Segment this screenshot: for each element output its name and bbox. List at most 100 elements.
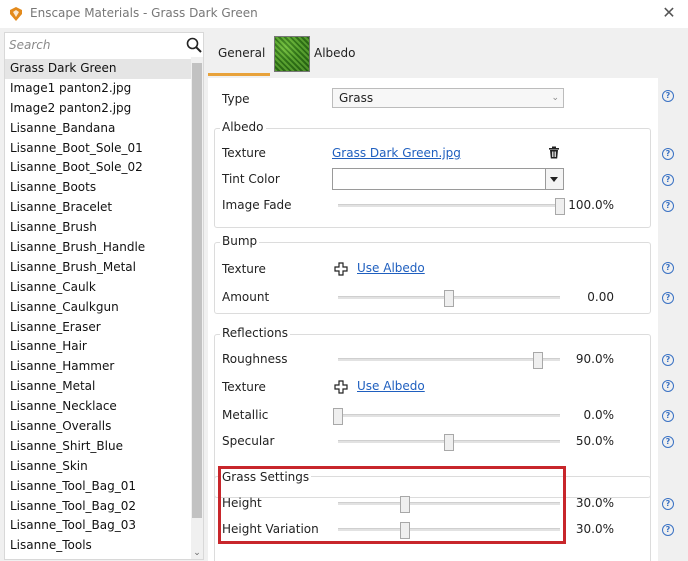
close-icon: ✕: [662, 3, 676, 22]
list-item[interactable]: Lisanne_Bracelet: [5, 198, 191, 218]
metallic-label: Metallic: [222, 408, 269, 422]
height-variation-help-icon[interactable]: ?: [662, 524, 674, 536]
list-item[interactable]: Lisanne_Bandana: [5, 119, 191, 139]
specular-slider[interactable]: [338, 434, 560, 451]
list-item[interactable]: Image2 panton2.jpg: [5, 99, 191, 119]
active-tab-indicator: [208, 73, 270, 76]
type-select[interactable]: Grass ⌄: [332, 88, 564, 108]
tab-albedo[interactable]: Albedo: [274, 32, 374, 76]
roughness-slider[interactable]: [338, 352, 560, 369]
bump-amount-help-icon[interactable]: ?: [662, 292, 674, 304]
window-title: Enscape Materials - Grass Dark Green: [30, 6, 258, 20]
list-item[interactable]: Lisanne_Caulkgun: [5, 298, 191, 318]
type-help-icon[interactable]: ?: [662, 90, 674, 102]
bump-group-title: Bump: [220, 234, 260, 248]
search-box: [5, 33, 203, 57]
list-item[interactable]: Lisanne_Skin: [5, 457, 191, 477]
chevron-down-icon[interactable]: [545, 169, 563, 189]
type-select-value: Grass: [339, 91, 374, 105]
bump-texture-label: Texture: [222, 262, 266, 276]
list-item[interactable]: Lisanne_Boots: [5, 178, 191, 198]
list-item[interactable]: Lisanne_Brush_Handle: [5, 238, 191, 258]
list-item[interactable]: Lisanne_Tool_Bag_03: [5, 516, 191, 536]
bump-amount-slider[interactable]: [338, 290, 560, 307]
image-fade-value: 100.0%: [568, 198, 614, 212]
reflection-texture-label: Texture: [222, 380, 266, 394]
tab-bar: General Albedo: [208, 32, 688, 76]
list-item[interactable]: Lisanne_Hammer: [5, 357, 191, 377]
slider-thumb[interactable]: [444, 434, 454, 451]
grass-height-value: 30.0%: [575, 496, 614, 510]
bump-amount-label: Amount: [222, 290, 270, 304]
chevron-down-icon: ⌄: [551, 93, 559, 103]
list-item[interactable]: Lisanne_Boot_Sole_02: [5, 158, 191, 178]
reflection-texture-help-icon[interactable]: ?: [662, 380, 674, 392]
list-item[interactable]: Lisanne_Eraser: [5, 318, 191, 338]
specular-help-icon[interactable]: ?: [662, 436, 674, 448]
list-item[interactable]: Lisanne_Hair: [5, 337, 191, 357]
roughness-value: 90.0%: [575, 352, 614, 366]
albedo-texture-link[interactable]: Grass Dark Green.jpg: [332, 146, 461, 160]
list-item[interactable]: Grass Dark Green: [5, 59, 191, 79]
scroll-down-icon[interactable]: ⌄: [192, 547, 202, 559]
highlight-box: [218, 466, 566, 544]
specular-value: 50.0%: [575, 434, 614, 448]
list-item[interactable]: Lisanne_Caulk: [5, 278, 191, 298]
search-icon[interactable]: [185, 36, 203, 54]
add-texture-icon[interactable]: [334, 380, 348, 394]
list-item[interactable]: Lisanne_Boot_Sole_01: [5, 139, 191, 159]
tab-albedo-label: Albedo: [314, 46, 356, 60]
slider-thumb[interactable]: [333, 408, 343, 425]
list-item[interactable]: Lisanne_Brush_Metal: [5, 258, 191, 278]
list-scrollbar[interactable]: ⌄: [191, 57, 203, 559]
scrollbar-thumb[interactable]: [192, 63, 202, 518]
tint-color-help-icon[interactable]: ?: [662, 174, 674, 186]
slider-thumb[interactable]: [532, 352, 543, 369]
list-item[interactable]: Lisanne_Brush: [5, 218, 191, 238]
slider-track: [338, 358, 560, 361]
tint-color-label: Tint Color: [222, 172, 280, 186]
reflections-group-title: Reflections: [220, 326, 290, 340]
image-fade-label: Image Fade: [222, 198, 292, 212]
enscape-logo-icon: [10, 7, 22, 21]
image-fade-slider[interactable]: [338, 198, 565, 215]
trash-icon[interactable]: [548, 146, 560, 159]
search-input[interactable]: [9, 36, 179, 54]
tab-general[interactable]: General: [208, 32, 270, 76]
albedo-group-title: Albedo: [220, 120, 266, 134]
albedo-texture-label: Texture: [222, 146, 266, 160]
list-item[interactable]: Lisanne_Necklace: [5, 397, 191, 417]
bump-use-albedo-link[interactable]: Use Albedo: [357, 261, 425, 275]
slider-thumb[interactable]: [444, 290, 454, 307]
close-button[interactable]: ✕: [660, 4, 678, 22]
material-list: Grass Dark Green Image1 panton2.jpg Image2…: [5, 59, 191, 559]
metallic-slider[interactable]: [333, 408, 560, 425]
reflection-use-albedo-link[interactable]: Use Albedo: [357, 379, 425, 393]
slider-track: [338, 414, 560, 417]
bump-texture-help-icon[interactable]: ?: [662, 262, 674, 274]
bump-amount-value: 0.00: [587, 290, 614, 304]
material-list-panel: Grass Dark GreenImage1 panton2.jpgImage2…: [4, 32, 204, 560]
slider-thumb[interactable]: [555, 198, 565, 215]
list-item[interactable]: Lisanne_Overalls: [5, 417, 191, 437]
list-item[interactable]: Lisanne_Metal: [5, 377, 191, 397]
type-label: Type: [222, 92, 250, 106]
list-item[interactable]: Lisanne_Shirt_Blue: [5, 437, 191, 457]
title-bar: Enscape Materials - Grass Dark Green ✕: [0, 0, 688, 28]
tint-color-picker[interactable]: [332, 168, 564, 190]
list-item[interactable]: Lisanne_Tool_Bag_01: [5, 477, 191, 497]
metallic-value: 0.0%: [583, 408, 615, 422]
list-item[interactable]: Image1 panton2.jpg: [5, 79, 191, 99]
specular-label: Specular: [222, 434, 275, 448]
list-item[interactable]: Lisanne_Tool_Bag_02: [5, 497, 191, 517]
height-variation-value: 30.0%: [575, 522, 614, 536]
list-item[interactable]: Lisanne_Tools: [5, 536, 191, 556]
roughness-help-icon[interactable]: ?: [662, 354, 674, 366]
grass-height-help-icon[interactable]: ?: [662, 498, 674, 510]
tab-general-label: General: [218, 46, 266, 60]
metallic-help-icon[interactable]: ?: [662, 410, 674, 422]
albedo-texture-help-icon[interactable]: ?: [662, 148, 674, 160]
image-fade-help-icon[interactable]: ?: [662, 200, 674, 212]
slider-track: [338, 204, 560, 207]
add-texture-icon[interactable]: [334, 262, 348, 276]
